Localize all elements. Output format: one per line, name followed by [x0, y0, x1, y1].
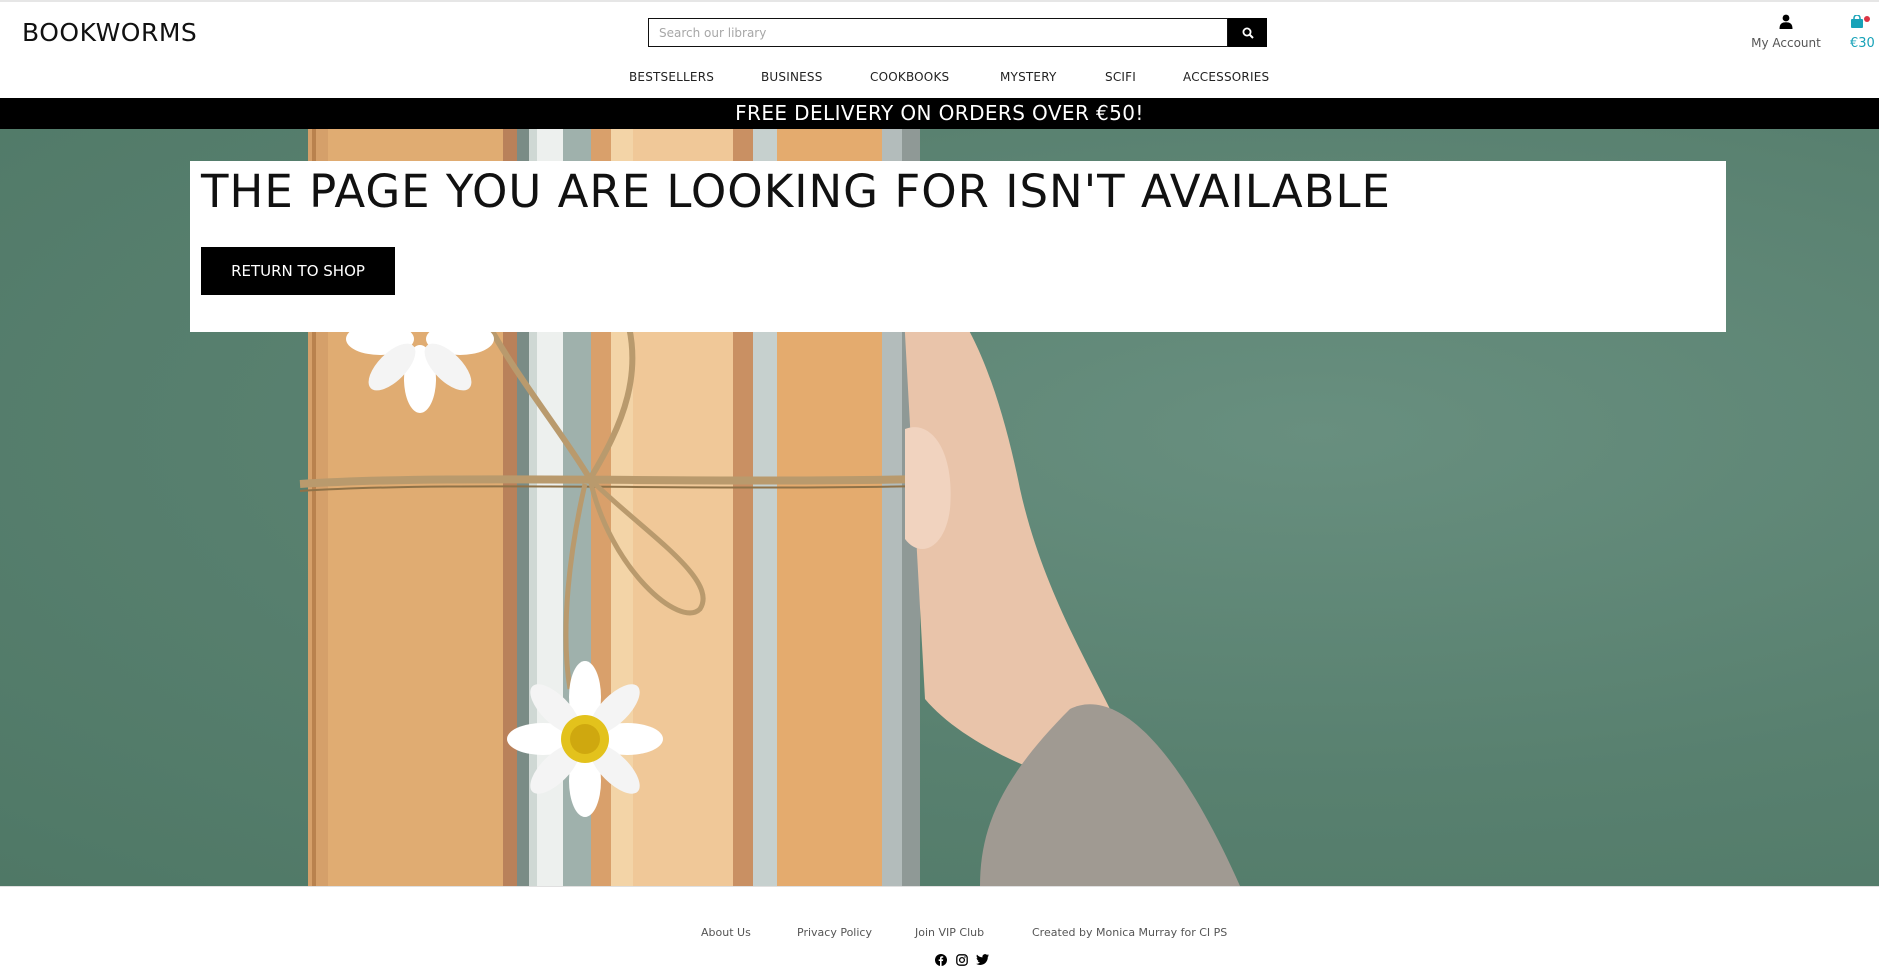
return-to-shop-button[interactable]: RETURN TO SHOP: [201, 247, 395, 295]
cart-count-badge: [1864, 16, 1870, 22]
my-account-link[interactable]: My Account: [1744, 14, 1828, 50]
search-icon: [1242, 27, 1254, 39]
nav-item-bestsellers[interactable]: BESTSELLERS: [629, 70, 714, 84]
site-footer: About Us Privacy Policy Join VIP Club Cr…: [0, 886, 1879, 970]
cart-link[interactable]: €30: [1850, 14, 1879, 51]
twitter-icon[interactable]: [976, 953, 989, 966]
category-nav: BESTSELLERS BUSINESS COOKBOOKS MYSTERY S…: [0, 66, 1879, 92]
social-links: [934, 953, 989, 966]
facebook-icon[interactable]: [934, 953, 947, 966]
brand-logo[interactable]: BOOKWORMS: [22, 18, 197, 47]
error-card: THE PAGE YOU ARE LOOKING FOR ISN'T AVAIL…: [190, 161, 1726, 332]
site-header: BOOKWORMS My Account €30 BESTSELLERS BUS…: [0, 2, 1879, 98]
footer-link-about-us[interactable]: About Us: [701, 926, 751, 939]
user-icon: [1779, 14, 1793, 29]
page-title: THE PAGE YOU ARE LOOKING FOR ISN'T AVAIL…: [201, 165, 1391, 218]
nav-item-accessories[interactable]: ACCESSORIES: [1183, 70, 1269, 84]
nav-item-cookbooks[interactable]: COOKBOOKS: [870, 70, 949, 84]
nav-item-scifi[interactable]: SCIFI: [1105, 70, 1136, 84]
footer-credit: Created by Monica Murray for CI PS: [1032, 926, 1228, 939]
instagram-icon[interactable]: [955, 953, 968, 966]
nav-item-business[interactable]: BUSINESS: [761, 70, 823, 84]
hero-image: THE PAGE YOU ARE LOOKING FOR ISN'T AVAIL…: [0, 129, 1879, 886]
search-input[interactable]: [648, 18, 1228, 47]
search-button[interactable]: [1228, 18, 1267, 47]
free-delivery-banner: FREE DELIVERY ON ORDERS OVER €50!: [0, 98, 1879, 129]
footer-link-join-vip-club[interactable]: Join VIP Club: [915, 926, 984, 939]
cart-total: €30: [1850, 36, 1875, 51]
my-account-label: My Account: [1751, 36, 1821, 50]
footer-link-privacy-policy[interactable]: Privacy Policy: [797, 926, 872, 939]
nav-item-mystery[interactable]: MYSTERY: [1000, 70, 1057, 84]
shopping-bag-icon: [1851, 14, 1863, 28]
search-form: [648, 18, 1268, 47]
